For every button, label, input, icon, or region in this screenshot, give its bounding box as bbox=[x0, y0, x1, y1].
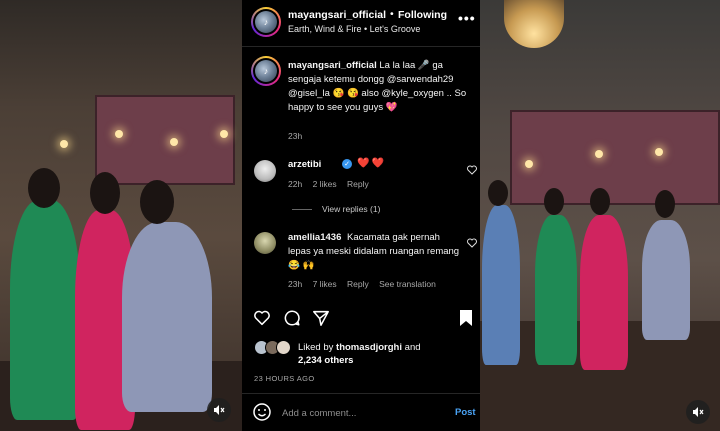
profile-photo: ♪ bbox=[255, 11, 277, 33]
person-pink-dress bbox=[580, 215, 628, 370]
share-icon[interactable] bbox=[311, 308, 331, 328]
comment-time: 22h bbox=[288, 179, 303, 189]
more-options-icon[interactable]: ••• bbox=[458, 10, 476, 26]
post-actions-bar bbox=[242, 308, 480, 332]
person-green-dress bbox=[10, 200, 80, 420]
following-button[interactable]: Following bbox=[398, 9, 447, 21]
lamp bbox=[655, 148, 663, 156]
view-replies-button[interactable]: View replies (1) bbox=[322, 204, 380, 214]
lamp bbox=[60, 140, 68, 148]
post-detail-panel: ♪ mayangsari_official • Following Earth,… bbox=[242, 0, 480, 431]
bookmark-icon[interactable] bbox=[456, 308, 476, 328]
post-comment-button[interactable]: Post bbox=[455, 407, 476, 418]
comment-likes[interactable]: 7 likes bbox=[313, 279, 337, 289]
liked-by-text: Liked by thomasdjorghi and bbox=[298, 341, 478, 355]
comment-username[interactable]: amellia1436 bbox=[288, 232, 341, 243]
post-photo-right bbox=[480, 0, 720, 431]
avatar[interactable]: ♪ bbox=[251, 7, 281, 37]
caption-avatar[interactable]: ♪ bbox=[251, 56, 281, 86]
profile-photo: ♪ bbox=[255, 60, 277, 82]
replies-line bbox=[292, 209, 312, 210]
emoji-icon[interactable] bbox=[252, 402, 272, 422]
lamp bbox=[170, 138, 178, 146]
mute-icon[interactable] bbox=[686, 400, 710, 424]
comment-like-heart-icon[interactable] bbox=[467, 165, 477, 175]
caption-timestamp: 23h bbox=[288, 131, 303, 141]
lamp bbox=[115, 130, 123, 138]
bar-shelf bbox=[95, 95, 235, 185]
comment-time: 23h bbox=[288, 279, 303, 289]
person-head bbox=[655, 190, 675, 218]
comment-icon[interactable] bbox=[282, 308, 302, 328]
comment: amellia1436 Kacamata gak pernah lepas ya… bbox=[288, 231, 463, 273]
post-photo-left bbox=[0, 0, 242, 431]
comment-meta: 22h 2 likes Reply bbox=[288, 179, 377, 189]
comment-avatar[interactable] bbox=[254, 160, 276, 182]
chandelier bbox=[504, 0, 564, 48]
comment-like-heart-icon[interactable] bbox=[467, 238, 477, 248]
caption: mayangsari_official La la laa 🎤 ga senga… bbox=[288, 59, 468, 115]
post-username[interactable]: mayangsari_official bbox=[288, 9, 386, 21]
add-comment-input[interactable] bbox=[282, 405, 442, 421]
likes-others-count[interactable]: 2,234 others bbox=[298, 355, 353, 366]
separator-dot: • bbox=[390, 8, 394, 20]
post-header: ♪ mayangsari_official • Following Earth,… bbox=[242, 0, 480, 44]
person-blue-shirt bbox=[482, 205, 520, 365]
reply-button[interactable]: Reply bbox=[347, 279, 369, 289]
person-head bbox=[140, 180, 174, 224]
lamp bbox=[595, 150, 603, 158]
divider bbox=[242, 46, 480, 47]
heart-icon[interactable] bbox=[252, 308, 272, 328]
divider bbox=[242, 393, 480, 394]
comment-avatar[interactable] bbox=[254, 232, 276, 254]
comment-text: ❤️❤️ bbox=[357, 158, 386, 169]
mute-icon[interactable] bbox=[207, 398, 231, 422]
person-head bbox=[488, 180, 508, 206]
see-translation-button[interactable]: See translation bbox=[379, 279, 436, 289]
liked-by-user[interactable]: thomasdjorghi bbox=[336, 342, 402, 353]
comment-username[interactable]: arzetibi bbox=[288, 159, 321, 170]
caption-username[interactable]: mayangsari_official bbox=[288, 60, 377, 71]
liked-by-prefix: Liked by bbox=[298, 342, 334, 353]
person-head bbox=[90, 172, 120, 214]
liked-by-and: and bbox=[404, 342, 421, 353]
person-head bbox=[28, 168, 60, 208]
bar-shelf bbox=[510, 110, 720, 205]
person-head bbox=[590, 188, 610, 215]
comment-likes[interactable]: 2 likes bbox=[313, 179, 337, 189]
liked-by-avatars[interactable] bbox=[254, 340, 296, 356]
person-patterned-dress bbox=[122, 222, 212, 412]
post-timestamp: 23 HOURS AGO bbox=[254, 374, 315, 383]
lamp bbox=[220, 130, 228, 138]
comment-meta: 23h 7 likes Reply See translation bbox=[288, 279, 444, 289]
reply-button[interactable]: Reply bbox=[347, 179, 369, 189]
avatar bbox=[276, 340, 291, 355]
person-head bbox=[544, 188, 564, 215]
lamp bbox=[525, 160, 533, 168]
audio-track-link[interactable]: Earth, Wind & Fire • Let's Groove bbox=[288, 24, 420, 34]
verified-badge-icon: ✓ bbox=[342, 159, 352, 169]
person-patterned-dress bbox=[642, 220, 690, 340]
person-green-dress bbox=[535, 215, 577, 365]
